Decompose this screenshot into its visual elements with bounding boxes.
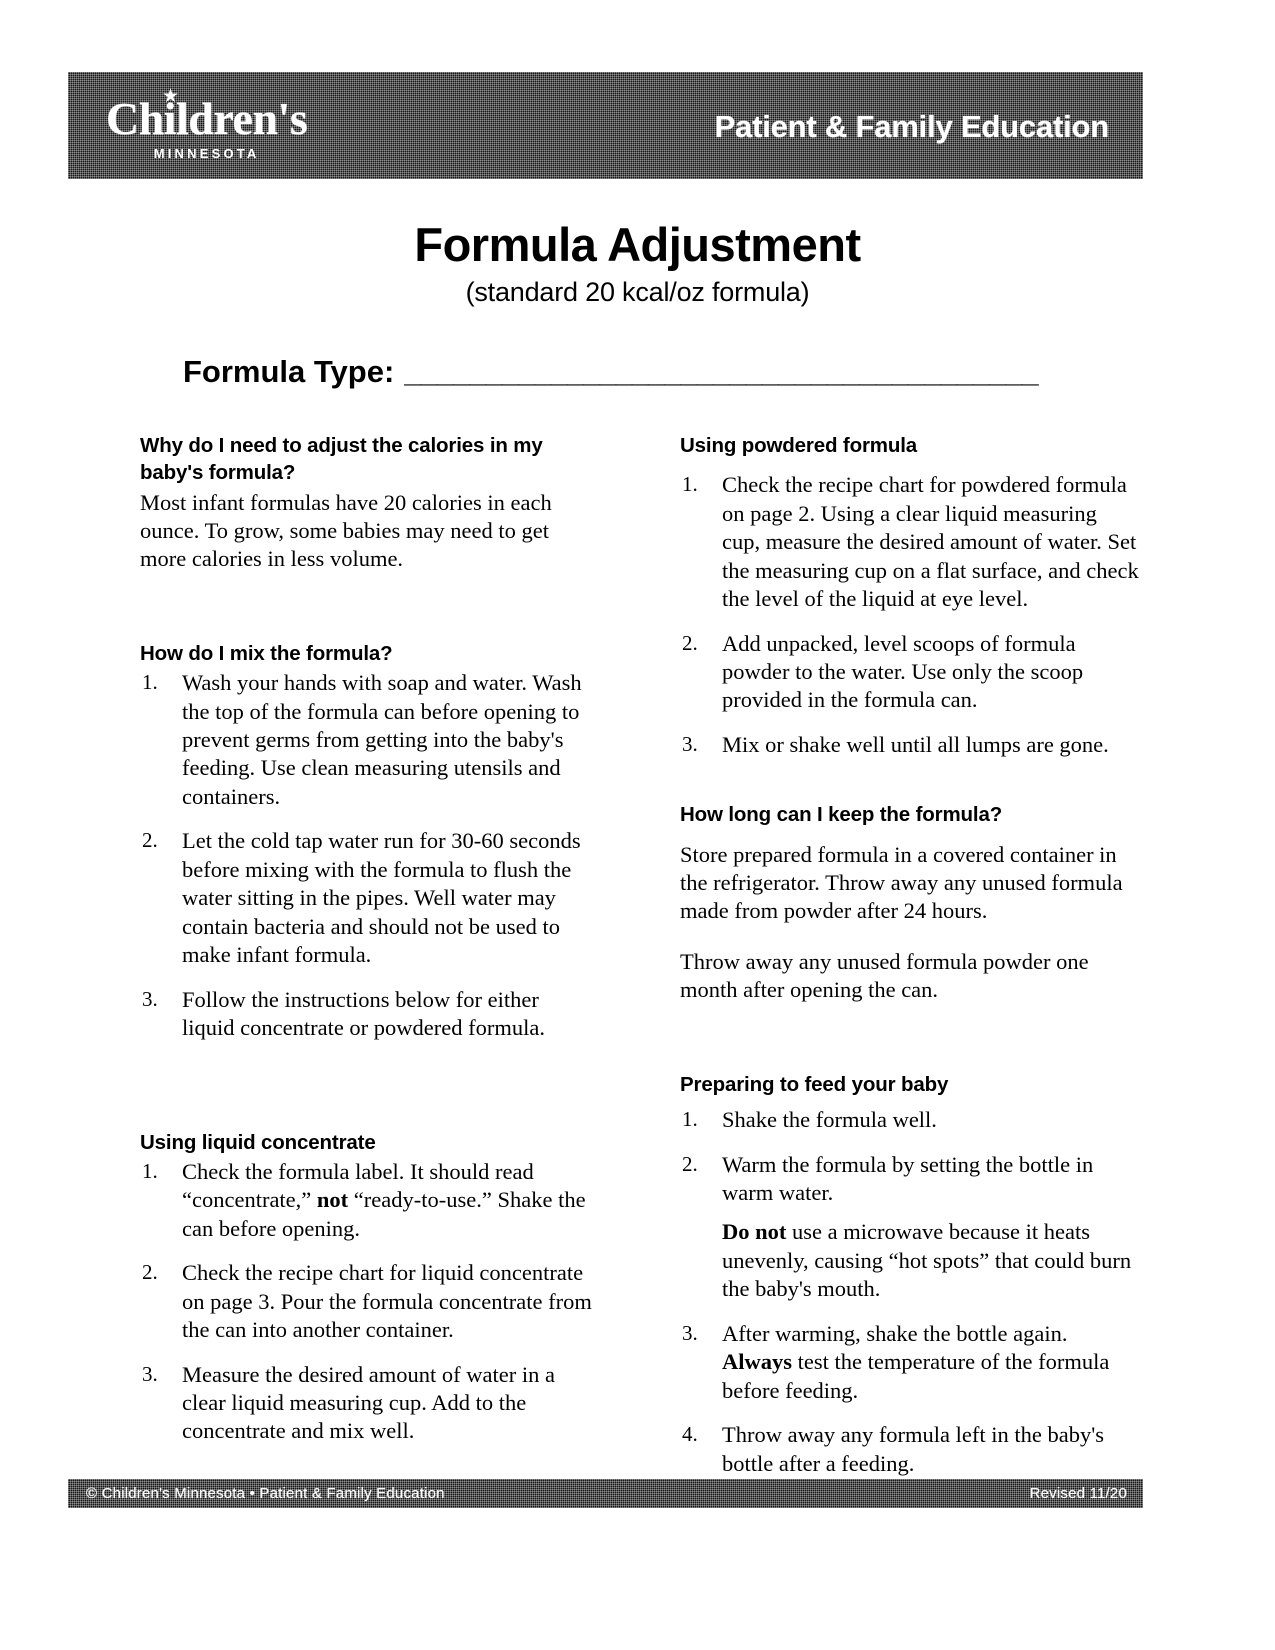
list-item: 2. Let the cold tap water run for 30-60 … [140,827,593,969]
list-item-text: Let the cold tap water run for 30-60 sec… [182,828,581,968]
list-how-do-i-mix: 1. Wash your hands with soap and water. … [140,669,593,1042]
heading-using-liquid-concentrate: Using liquid concentrate [140,1130,376,1154]
left-column: Why do I need to adjust the calories in … [140,432,593,1452]
list-item: 3. Measure the desired amount of water i… [140,1361,593,1446]
paragraph-why-adjust-calories: Most infant formulas have 20 calories in… [140,489,552,572]
list-item: 3. Follow the instructions below for eit… [140,986,593,1043]
brand-logo: ★ Children's MINNESOTA [106,87,308,161]
list-marker: 1. [682,472,698,497]
list-marker: 3. [682,731,698,756]
list-preparing-to-feed: 1. Shake the formula well. 2. Warm the f… [680,1106,1140,1478]
list-using-liquid-concentrate: 1. Check the formula label. It should re… [140,1158,593,1446]
brand-name: Children's [106,92,308,144]
heading-how-long-keep-formula: How long can I keep the formula? [680,803,1003,827]
list-item-text: Mix or shake well until all lumps are go… [722,731,1109,757]
right-column: Using powdered formula 1. Check the reci… [680,432,1140,1476]
header-tagline: Patient & Family Education [714,108,1110,144]
page-header: ★ Children's MINNESOTA Patient & Family … [68,72,1143,179]
list-item-text: Follow the instructions below for either… [182,986,545,1041]
footer-revision-date: Revised 11/20 [1029,1485,1127,1502]
paragraph-storage-powder: Throw away any unused formula powder one… [680,948,1089,1003]
list-item-text: Warm the formula by setting the bottle i… [722,1151,1094,1205]
list-item: 1. Wash your hands with soap and water. … [140,669,593,811]
list-item-text: Wash your hands with soap and water. Was… [182,670,582,809]
heading-how-do-i-mix: How do I mix the formula? [140,641,393,665]
list-item-subparagraph: Do not use a microwave because it heats … [722,1218,1140,1303]
list-item-emphasis: Always [722,1349,793,1375]
list-item: 3. Mix or shake well until all lumps are… [680,731,1140,759]
heading-why-adjust-calories: Why do I need to adjust the calories in … [140,434,543,485]
list-item-text-before: After warming, shake the bottle again. [722,1320,1068,1346]
formula-type-label: Formula Type: [183,354,395,389]
list-marker: 1. [142,670,158,695]
list-marker: 2. [142,1260,158,1285]
title-block: Formula Adjustment (standard 20 kcal/oz … [0,218,1275,308]
list-item: 1. Check the recipe chart for powdered f… [680,471,1140,613]
list-item-text: Check the recipe chart for liquid concen… [182,1260,592,1343]
star-icon: ★ [162,85,180,107]
list-item-emphasis: not [316,1187,349,1213]
list-item-text: Shake the formula well. [722,1107,937,1133]
list-marker: 2. [682,630,698,655]
heading-using-powdered-formula: Using powdered formula [680,434,918,457]
list-item-text: Measure the desired amount of water in a… [182,1361,555,1444]
list-item: 3. After warming, shake the bottle again… [680,1320,1140,1405]
list-using-powdered-formula: 1. Check the recipe chart for powdered f… [680,471,1140,759]
list-item-text: Add unpacked, level scoops of formula po… [722,630,1084,713]
list-item-emphasis: Do not [722,1219,787,1245]
list-item-text: Throw away any formula left in the baby'… [722,1422,1105,1476]
list-marker: 1. [682,1107,698,1132]
heading-preparing-to-feed: Preparing to feed your baby [680,1072,949,1096]
list-item: 4. Throw away any formula left in the ba… [680,1421,1140,1478]
list-marker: 2. [142,828,158,853]
list-item: 2. Add unpacked, level scoops of formula… [680,630,1140,715]
brand-state: MINNESOTA [153,145,260,161]
list-marker: 3. [142,986,158,1011]
list-marker: 3. [142,1361,158,1386]
footer-copyright: © Children's Minnesota • Patient & Famil… [86,1485,445,1502]
page-title: Formula Adjustment [414,218,861,271]
list-item: 2. Check the recipe chart for liquid con… [140,1259,593,1344]
paragraph-storage-prepared: Store prepared formula in a covered cont… [680,841,1123,924]
list-marker: 2. [682,1151,698,1176]
content-columns: Why do I need to adjust the calories in … [140,432,1140,1476]
list-marker: 3. [682,1320,698,1345]
page-subtitle: (standard 20 kcal/oz formula) [465,276,810,307]
formula-type-input[interactable]: _______________________________________ [404,354,1043,390]
formula-type-row: Formula Type: __________________________… [183,354,1043,390]
list-item-text: Check the recipe chart for powdered form… [722,472,1139,612]
list-marker: 4. [682,1422,698,1447]
page-footer: © Children's Minnesota • Patient & Famil… [68,1479,1143,1508]
list-item: 1. Shake the formula well. [680,1106,1140,1134]
list-marker: 1. [142,1158,158,1183]
list-item: 1. Check the formula label. It should re… [140,1158,593,1243]
list-item: 2. Warm the formula by setting the bottl… [680,1151,1140,1304]
